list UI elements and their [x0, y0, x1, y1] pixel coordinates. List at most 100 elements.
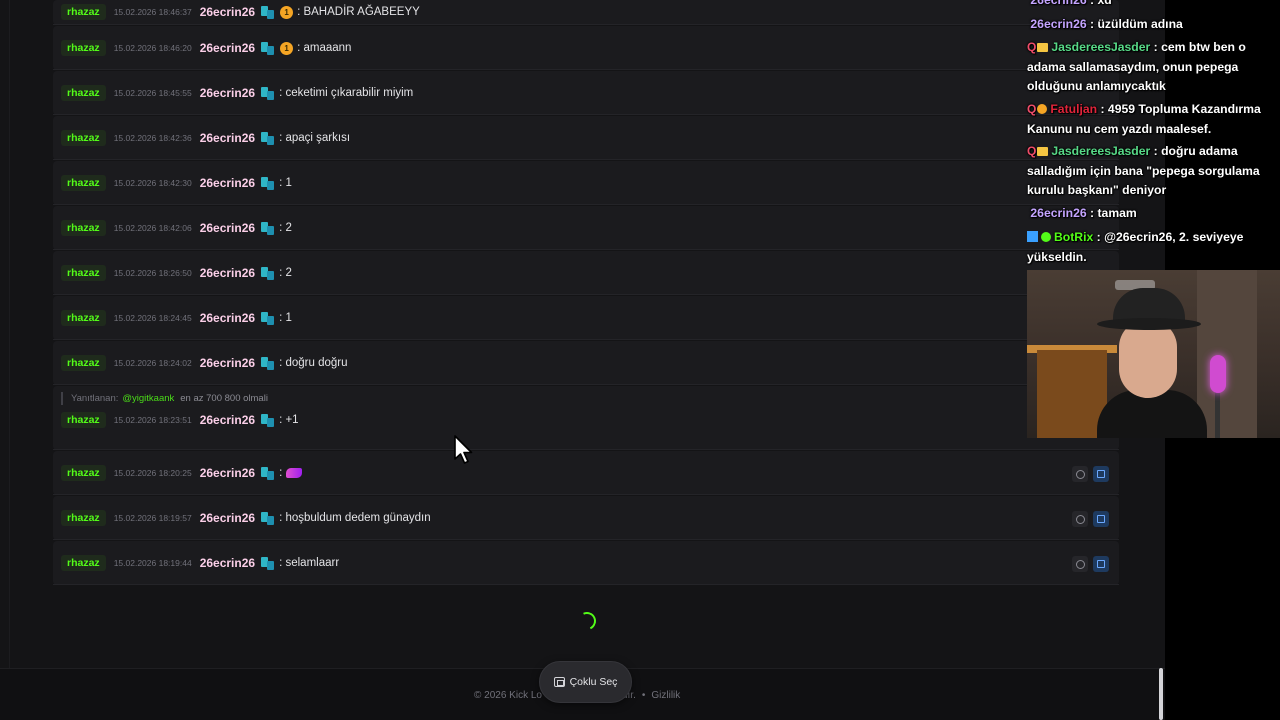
row-actions: [1072, 466, 1109, 484]
log-line: rhazaz 15.02.2026 18:24:02 26ecrin26 : doğr…: [53, 353, 348, 373]
info-icon[interactable]: [1072, 511, 1088, 527]
timestamp: 15.02.2026 18:24:45: [113, 313, 192, 323]
log-line: rhazaz 15.02.2026 18:23:51 26ecrin26 : +1: [53, 410, 299, 430]
row-divider: [53, 339, 1119, 340]
log-row: rhazaz 15.02.2026 18:46:37 26ecrin26 1: BAH…: [53, 0, 1119, 25]
reply-mention[interactable]: @yigitkaank: [122, 393, 174, 404]
username[interactable]: 26ecrin26: [200, 5, 255, 19]
scrollbar-thumb[interactable]: [1159, 668, 1163, 720]
username[interactable]: 26ecrin26: [200, 413, 255, 427]
stream-chat-username: 26ecrin26: [1030, 206, 1087, 220]
username[interactable]: 26ecrin26: [200, 266, 255, 280]
log-line: rhazaz 15.02.2026 18:26:50 26ecrin26: 2: [53, 263, 292, 283]
crown-badge-icon: [1037, 147, 1049, 156]
username[interactable]: 26ecrin26: [200, 556, 255, 570]
message-text: :: [279, 467, 283, 479]
save-icon[interactable]: [1093, 556, 1109, 572]
username[interactable]: 26ecrin26: [200, 221, 255, 235]
stream-chat-username: 26ecrin26: [1030, 17, 1087, 31]
save-icon[interactable]: [1093, 466, 1109, 482]
channel-badge[interactable]: rhazaz: [61, 85, 106, 101]
webcam-feed: [1027, 270, 1280, 438]
log-line: rhazaz 15.02.2026 18:19:57 26ecrin26 : hoşb…: [53, 508, 431, 528]
log-row: rhazaz 15.02.2026 18:42:06 26ecrin26: 2: [53, 206, 1119, 250]
message-text: : +1: [279, 414, 299, 426]
log-row: rhazaz 15.02.2026 18:42:36 26ecrin26: apaç…: [53, 116, 1119, 160]
bot-badge-icon: [1027, 231, 1038, 242]
timestamp: 15.02.2026 18:24:02: [113, 358, 192, 368]
row-divider: [53, 159, 1119, 160]
webcam-door: [1197, 270, 1257, 438]
channel-badge[interactable]: rhazaz: [61, 265, 106, 281]
log-row: rhazaz 15.02.2026 18:19:44 26ecrin26: sela…: [53, 541, 1119, 585]
log-row: rhazaz 15.02.2026 18:46:20 26ecrin26 1: ama…: [53, 26, 1119, 70]
row-divider: [53, 204, 1119, 205]
channel-badge[interactable]: rhazaz: [61, 220, 106, 236]
row-divider: [53, 384, 1119, 385]
username[interactable]: 26ecrin26: [200, 511, 255, 525]
stream-chat-username: 26ecrin26: [1030, 0, 1087, 7]
stream-chat-text: : xd: [1090, 0, 1112, 7]
timestamp: 15.02.2026 18:42:30: [113, 178, 192, 188]
timestamp: 15.02.2026 18:23:51: [113, 415, 192, 425]
save-icon[interactable]: [1093, 511, 1109, 527]
info-icon[interactable]: [1072, 556, 1088, 572]
row-divider: [53, 449, 1119, 450]
log-line: rhazaz 15.02.2026 18:42:06 26ecrin26: 2: [53, 218, 292, 238]
webcam-person-face: [1119, 320, 1177, 398]
stream-chat-message: BotRix : @26ecrin26, 2. seviyeye yükseld…: [1027, 228, 1277, 267]
username[interactable]: 26ecrin26: [200, 466, 255, 480]
stream-chat-username: JasdereesJasder: [1051, 144, 1151, 158]
multi-select-button[interactable]: Çoklu Seç: [539, 661, 632, 703]
row-divider: [53, 69, 1119, 70]
timestamp: 15.02.2026 18:46:20: [113, 43, 192, 53]
username[interactable]: 26ecrin26: [200, 356, 255, 370]
subscriber-badge-icon: [260, 86, 275, 101]
channel-badge[interactable]: rhazaz: [61, 40, 106, 56]
username[interactable]: 26ecrin26: [200, 311, 255, 325]
subscriber-badge-icon: [260, 311, 275, 326]
username[interactable]: 26ecrin26: [200, 41, 255, 55]
message-text: : apaçi şarkısı: [279, 132, 351, 144]
channel-badge[interactable]: rhazaz: [61, 412, 106, 428]
channel-badge[interactable]: rhazaz: [61, 355, 106, 371]
timestamp: 15.02.2026 18:19:57: [113, 513, 192, 523]
message-text: : hoşbuldum dedem günaydın: [279, 512, 431, 524]
subscriber-badge-icon: [260, 511, 275, 526]
message-text: : doğru doğru: [279, 357, 348, 369]
subscriber-badge-icon: [260, 266, 275, 281]
subscriber-badge-icon: [260, 556, 275, 571]
row-divider: [53, 24, 1119, 25]
stream-chat-username: JasdereesJasder: [1051, 40, 1151, 54]
channel-badge[interactable]: rhazaz: [61, 555, 106, 571]
reply-label: Yanıtlanan:: [71, 393, 119, 404]
row-divider: [53, 294, 1119, 295]
row-divider: [53, 539, 1119, 540]
channel-badge[interactable]: rhazaz: [61, 510, 106, 526]
row-actions: [1072, 511, 1109, 529]
log-row: rhazaz 15.02.2026 18:19:57 26ecrin26 : hoşb…: [53, 496, 1119, 540]
channel-badge[interactable]: rhazaz: [61, 130, 106, 146]
log-line: rhazaz 15.02.2026 18:24:45 26ecrin26: 1: [53, 308, 292, 328]
stream-chat-message: 26ecrin26 : üzüldüm adına: [1027, 15, 1277, 35]
subscriber-badge-icon: [260, 413, 275, 428]
log-row: rhazaz 15.02.2026 18:20:25 26ecrin26:: [53, 451, 1119, 495]
log-line: rhazaz 15.02.2026 18:46:37 26ecrin26 1: BAH…: [53, 2, 420, 22]
stream-chat-username: Fatuljan: [1050, 102, 1098, 116]
row-divider: [53, 114, 1119, 115]
subscriber-badge-icon: [260, 131, 275, 146]
privacy-link[interactable]: Gizlilik: [651, 690, 680, 701]
channel-badge[interactable]: rhazaz: [61, 175, 106, 191]
info-icon[interactable]: [1072, 466, 1088, 482]
username[interactable]: 26ecrin26: [200, 176, 255, 190]
channel-badge[interactable]: rhazaz: [61, 310, 106, 326]
username[interactable]: 26ecrin26: [200, 86, 255, 100]
stream-chat-message: 26ecrin26 : xd: [1027, 0, 1277, 11]
log-line: rhazaz 15.02.2026 18:42:36 26ecrin26: apaç…: [53, 128, 350, 148]
mouse-cursor-icon: [454, 435, 473, 464]
channel-badge[interactable]: rhazaz: [61, 465, 106, 481]
username[interactable]: 26ecrin26: [200, 131, 255, 145]
log-row: Yanıtlanan: @yigitkaank en az 700 800 olma…: [53, 386, 1119, 450]
stream-chat-username: BotRix: [1054, 230, 1094, 244]
channel-badge[interactable]: rhazaz: [61, 4, 106, 20]
